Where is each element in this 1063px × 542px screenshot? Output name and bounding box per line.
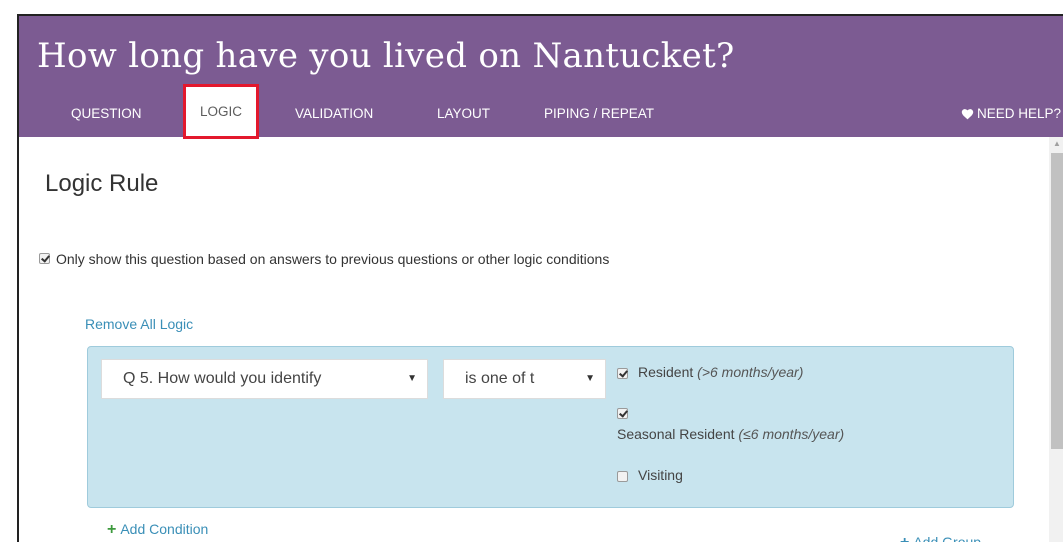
vertical-scrollbar[interactable]: ▲ (1049, 137, 1063, 542)
need-help-link[interactable]: NEED HELP? (961, 90, 1061, 137)
remove-all-logic-link[interactable]: Remove All Logic (85, 316, 193, 332)
add-group-label: Add Group (913, 534, 982, 542)
question-select[interactable]: Q 5. How would you identify ▼ (101, 359, 428, 399)
tab-logic[interactable]: LOGIC (183, 84, 260, 139)
option-seasonal-resident: Seasonal Resident (≤6 months/year) (617, 404, 844, 442)
question-title: How long have you lived on Nantucket? (37, 36, 735, 76)
add-group-button[interactable]: + Add Group (900, 534, 981, 542)
option-resident: Resident (>6 months/year) (617, 364, 803, 380)
chevron-down-icon: ▼ (407, 373, 417, 384)
tab-layout[interactable]: LAYOUT (437, 90, 490, 137)
condition-group: Q 5. How would you identify ▼ is one of … (87, 346, 1014, 508)
question-select-value: Q 5. How would you identify (123, 370, 322, 387)
option-seasonal-checkbox[interactable] (617, 407, 628, 419)
plus-icon: + (900, 534, 909, 542)
enable-logic-label: Only show this question based on answers… (56, 250, 610, 267)
option-visiting-label: Visiting (638, 467, 683, 483)
option-resident-label: Resident (638, 364, 694, 380)
need-help-label: NEED HELP? (976, 106, 1061, 121)
option-seasonal-label: Seasonal Resident (617, 426, 735, 442)
operator-select[interactable]: is one of t ▼ (443, 359, 606, 399)
option-visiting: Visiting (617, 467, 683, 483)
scroll-up-arrow-icon[interactable]: ▲ (1049, 137, 1063, 151)
tab-bar: QUESTION LOGIC VALIDATION LAYOUT PIPING … (19, 84, 1063, 139)
enable-logic-checkbox[interactable] (39, 253, 50, 265)
tab-piping-repeat[interactable]: PIPING / REPEAT (544, 90, 654, 137)
tab-validation[interactable]: VALIDATION (295, 90, 373, 137)
scrollbar-thumb[interactable] (1051, 153, 1063, 449)
option-seasonal-note: (≤6 months/year) (738, 426, 845, 442)
operator-select-value: is one of t (465, 370, 535, 387)
enable-logic-row: Only show this question based on answers… (39, 250, 609, 268)
add-condition-button[interactable]: + Add Condition (107, 521, 208, 539)
chevron-down-icon: ▼ (585, 373, 595, 384)
heart-icon (961, 109, 974, 120)
option-visiting-checkbox[interactable] (617, 470, 628, 482)
add-condition-label: Add Condition (120, 521, 209, 537)
option-resident-note: (>6 months/year) (697, 364, 804, 380)
question-header: How long have you lived on Nantucket? QU… (19, 16, 1063, 139)
logic-rule-heading: Logic Rule (45, 170, 159, 197)
option-resident-checkbox[interactable] (617, 367, 628, 379)
editor-window: How long have you lived on Nantucket? QU… (17, 14, 1063, 542)
plus-icon: + (107, 521, 117, 538)
tab-question[interactable]: QUESTION (71, 90, 142, 137)
